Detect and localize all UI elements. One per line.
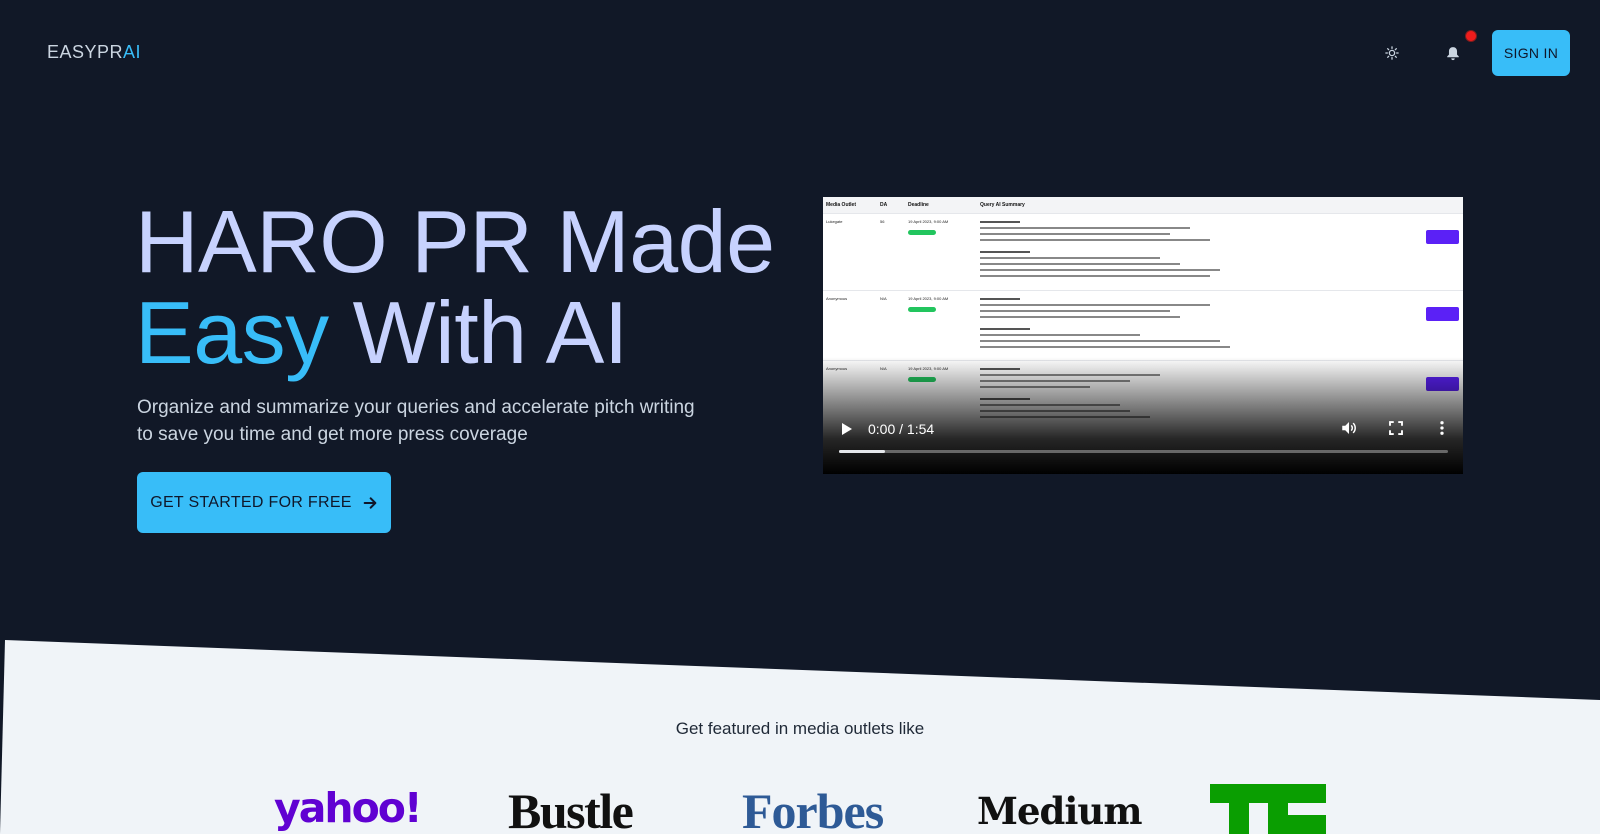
- site-header: EASYPRAI SIGN IN: [0, 0, 1600, 106]
- get-started-button[interactable]: GET STARTED FOR FREE: [137, 472, 391, 533]
- video-progress-fill: [839, 450, 885, 453]
- video-row-summary: [980, 219, 1380, 282]
- yahoo-logo: yahoo!: [274, 784, 423, 832]
- hero-title: HARO PR Made Easy With AI: [135, 196, 775, 378]
- hero-title-line1: HARO PR Made: [135, 192, 775, 291]
- logo-accent: AI: [123, 42, 142, 62]
- hero-title-rest: With AI: [328, 283, 629, 382]
- demo-video[interactable]: Media Outlet DA Deadline Query AI Summar…: [823, 197, 1463, 474]
- techcrunch-logo: [1210, 784, 1326, 834]
- fullscreen-icon[interactable]: [1387, 419, 1405, 442]
- video-controls-overlay: [823, 357, 1463, 474]
- video-time: 0:00 / 1:54: [868, 421, 935, 437]
- medium-logo: Medium: [977, 789, 1142, 833]
- video-col-outlet: Media Outlet: [826, 202, 857, 208]
- video-row-da: N/A: [880, 296, 887, 301]
- video-table-row: Lukegate 56 19 April 2023, 9:00 AM: [823, 213, 1463, 290]
- video-progress-bar[interactable]: [839, 450, 1448, 453]
- featured-heading: Get featured in media outlets like: [675, 719, 925, 738]
- video-col-summary: Query AI Summary: [980, 202, 1025, 208]
- logo-text: EASYPR: [47, 42, 124, 62]
- video-row-da: 56: [880, 219, 885, 224]
- video-col-da: DA: [880, 202, 888, 208]
- video-row-deadline: 19 April 2023, 9:00 AM: [908, 219, 978, 236]
- video-row-summary-lines: [980, 221, 1220, 277]
- video-row-outlet: Lukegate: [826, 219, 843, 224]
- video-row-summary-lines: [980, 298, 1230, 348]
- video-row-deadline: 19 April 2023, 9:00 AM: [908, 296, 978, 313]
- video-row-action-button: [1426, 230, 1459, 244]
- video-row-status-pill: [908, 230, 936, 235]
- bustle-logo: Bustle: [508, 783, 634, 834]
- logo[interactable]: EASYPRAI: [47, 42, 141, 63]
- sign-in-button[interactable]: SIGN IN: [1492, 30, 1570, 76]
- forbes-logo: Forbes: [742, 783, 884, 834]
- arrow-right-icon: [363, 496, 377, 509]
- video-row-deadline-text: 19 April 2023, 9:00 AM: [908, 219, 949, 224]
- video-table-header: Media Outlet DA Deadline Query AI Summar…: [823, 197, 1463, 213]
- video-col-deadline: Deadline: [908, 202, 929, 208]
- get-started-label: GET STARTED FOR FREE: [150, 493, 352, 511]
- more-options-icon[interactable]: [1433, 419, 1451, 442]
- notification-dot: [1465, 30, 1477, 42]
- theme-toggle-sun-icon[interactable]: [1379, 40, 1405, 66]
- video-row-action-button: [1426, 307, 1459, 321]
- video-row-status-pill: [908, 307, 936, 312]
- hero-title-accent: Easy: [135, 283, 329, 382]
- video-table-row: Anonymous N/A 19 April 2023, 9:00 AM: [823, 290, 1463, 360]
- play-icon[interactable]: [840, 421, 854, 442]
- volume-icon[interactable]: [1340, 419, 1358, 442]
- video-row-summary: [980, 296, 1380, 357]
- hero-subtitle: Organize and summarize your queries and …: [137, 397, 695, 445]
- notifications-bell-icon[interactable]: [1440, 40, 1466, 66]
- video-row-outlet: Anonymous: [826, 296, 848, 301]
- video-row-deadline-text: 19 April 2023, 9:00 AM: [908, 296, 949, 301]
